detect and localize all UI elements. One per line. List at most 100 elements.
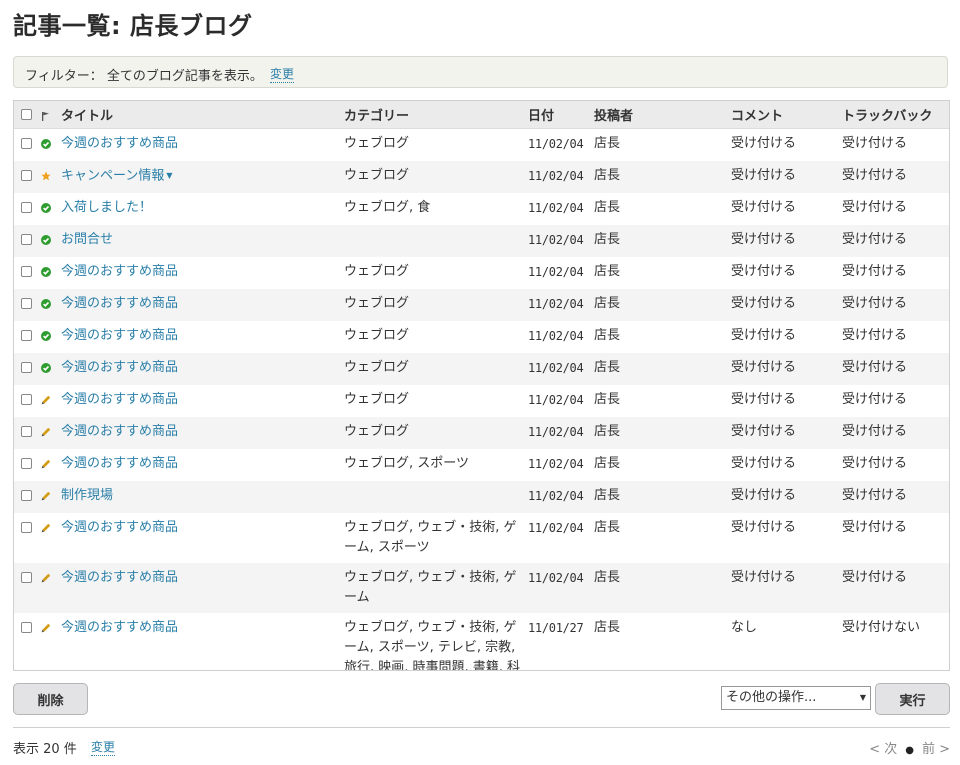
row-checkbox[interactable]	[21, 330, 32, 341]
entry-comment-status: 受け付ける	[731, 563, 842, 613]
table-row: 今週のおすすめ商品 ウェブログ, スポーツ 11/02/04 店長 受け付ける 受け付ける	[14, 449, 949, 481]
row-checkbox[interactable]	[21, 202, 32, 213]
entry-title-link[interactable]: 今週のおすすめ商品	[61, 360, 178, 375]
table-row: 今週のおすすめ商品 ウェブログ 11/02/04 店長 受け付ける 受け付ける	[14, 353, 949, 385]
table-row: 今週のおすすめ商品 ウェブログ 11/02/04 店長 受け付ける 受け付ける	[14, 417, 949, 449]
entry-trackback-status: 受け付ける	[842, 225, 949, 257]
table-row: 入荷しました！ ウェブログ, 食 11/02/04 店長 受け付ける 受け付ける	[14, 193, 949, 225]
row-checkbox[interactable]	[21, 394, 32, 405]
entry-date: 11/02/04	[528, 425, 584, 439]
table-row: 今週のおすすめ商品 ウェブログ 11/02/04 店長 受け付ける 受け付ける	[14, 385, 949, 417]
published-status-icon	[41, 235, 51, 245]
row-checkbox[interactable]	[21, 170, 32, 181]
row-checkbox[interactable]	[21, 490, 32, 501]
entry-category: ウェブログ	[344, 136, 410, 151]
entry-category: ウェブログ, スポーツ	[344, 456, 470, 471]
entry-title-link[interactable]: 今週のおすすめ商品	[61, 570, 178, 585]
entry-author: 店長	[594, 289, 731, 321]
entry-date: 11/02/04	[528, 521, 584, 535]
entry-title-link[interactable]: 今週のおすすめ商品	[61, 136, 178, 151]
entry-trackback-status: 受け付ける	[842, 563, 949, 613]
entry-category: ウェブログ, ウェブ・技術, ゲーム, スポーツ	[344, 520, 517, 555]
draft-pencil-icon	[41, 427, 51, 437]
entry-trackback-status: 受け付ける	[842, 520, 908, 535]
column-header-category[interactable]: カテゴリー	[344, 101, 528, 129]
column-header-title[interactable]: タイトル	[61, 101, 344, 129]
row-checkbox[interactable]	[21, 266, 32, 277]
column-header-author[interactable]: 投稿者	[594, 101, 731, 129]
entry-title-link[interactable]: 今週のおすすめ商品	[61, 392, 178, 407]
entry-category	[344, 481, 528, 513]
filter-change-link[interactable]: 変更	[270, 65, 295, 83]
entry-title-link[interactable]: お問合せ	[61, 232, 113, 247]
entry-title-link[interactable]: 今週のおすすめ商品	[61, 424, 178, 439]
row-checkbox[interactable]	[21, 234, 32, 245]
row-checkbox[interactable]	[21, 522, 32, 533]
page-title: 記事一覧: 店長ブログ	[13, 12, 253, 40]
column-header-date[interactable]: 日付	[528, 101, 594, 129]
column-header-comment[interactable]: コメント	[731, 101, 842, 129]
entry-title-link[interactable]: 今週のおすすめ商品	[61, 328, 178, 343]
entry-trackback-status: 受け付ける	[842, 200, 908, 215]
draft-pencil-icon	[41, 573, 51, 583]
entry-comment-status: 受け付ける	[731, 353, 842, 385]
entry-category: ウェブログ	[344, 353, 528, 385]
entry-title-link[interactable]: 入荷しました！	[61, 200, 152, 215]
pagination-separator: ●	[905, 745, 914, 756]
published-status-icon	[41, 331, 51, 341]
entry-author: 店長	[594, 353, 731, 385]
entry-trackback-status: 受け付ける	[842, 456, 908, 471]
delete-button[interactable]: 削除	[13, 683, 88, 715]
entry-date: 11/02/04	[528, 137, 584, 151]
entry-author: 店長	[594, 161, 731, 193]
entry-comment-status: 受け付ける	[731, 200, 797, 215]
entry-comment-status: 受け付ける	[731, 328, 797, 343]
entry-comment-status: 受け付ける	[731, 225, 842, 257]
row-checkbox[interactable]	[21, 426, 32, 437]
entry-title-link[interactable]: 今週のおすすめ商品	[61, 520, 178, 535]
chevron-down-icon: ▼	[859, 693, 866, 702]
entry-title-link[interactable]: 今週のおすすめ商品	[61, 264, 178, 279]
entry-date: 11/02/04	[528, 329, 584, 343]
table-row: 今週のおすすめ商品 ウェブログ, ウェブ・技術, ゲーム, スポーツ 11/02/0…	[14, 513, 949, 563]
title-menu-chevron-icon[interactable]: ▼	[166, 166, 172, 186]
row-checkbox[interactable]	[21, 298, 32, 309]
entry-title-link[interactable]: キャンペーン情報	[61, 169, 164, 184]
entry-category: ウェブログ, ウェブ・技術, ゲーム, スポーツ, テレビ, 宗教, 旅行, 映…	[344, 620, 521, 671]
filter-label: フィルター： 全てのブログ記事を表示。	[25, 69, 263, 84]
next-page-link[interactable]: < 次	[869, 742, 897, 757]
row-checkbox[interactable]	[21, 572, 32, 583]
entry-category: ウェブログ	[344, 417, 528, 449]
entry-title-link[interactable]: 今週のおすすめ商品	[61, 620, 178, 635]
display-count-change-link[interactable]: 変更	[91, 738, 116, 756]
row-checkbox[interactable]	[21, 138, 32, 149]
entry-comment-status: 受け付ける	[731, 456, 797, 471]
featured-star-icon	[41, 171, 51, 181]
entry-title-link[interactable]: 今週のおすすめ商品	[61, 456, 178, 471]
entry-category: ウェブログ	[344, 264, 410, 279]
table-row: 今週のおすすめ商品 ウェブログ 11/02/04 店長 受け付ける 受け付ける	[14, 257, 949, 289]
published-status-icon	[41, 299, 51, 309]
published-status-icon	[41, 203, 51, 213]
entry-title-link[interactable]: 今週のおすすめ商品	[61, 296, 178, 311]
select-all-checkbox[interactable]	[21, 109, 32, 120]
column-header-trackback[interactable]: トラックバック	[842, 101, 949, 129]
entry-comment-status: 受け付ける	[731, 392, 797, 407]
entry-comment-status: 受け付ける	[731, 289, 842, 321]
entry-author: 店長	[594, 620, 621, 635]
prev-page-link[interactable]: 前 >	[922, 742, 950, 757]
entry-title-link[interactable]: 制作現場	[61, 488, 113, 503]
entry-trackback-status: 受け付ける	[842, 264, 908, 279]
row-checkbox[interactable]	[21, 458, 32, 469]
execute-button[interactable]: 実行	[875, 683, 950, 715]
entry-comment-status: 受け付ける	[731, 161, 842, 193]
row-checkbox[interactable]	[21, 622, 32, 633]
entry-author: 店長	[594, 136, 621, 151]
draft-pencil-icon	[41, 491, 51, 501]
table-row: 今週のおすすめ商品 ウェブログ 11/02/04 店長 受け付ける 受け付ける	[14, 129, 949, 162]
published-status-icon	[41, 267, 51, 277]
more-actions-select[interactable]: その他の操作... ▼	[721, 686, 871, 710]
entry-date: 11/02/04	[528, 265, 584, 279]
entry-date: 11/02/04	[528, 201, 584, 215]
row-checkbox[interactable]	[21, 362, 32, 373]
